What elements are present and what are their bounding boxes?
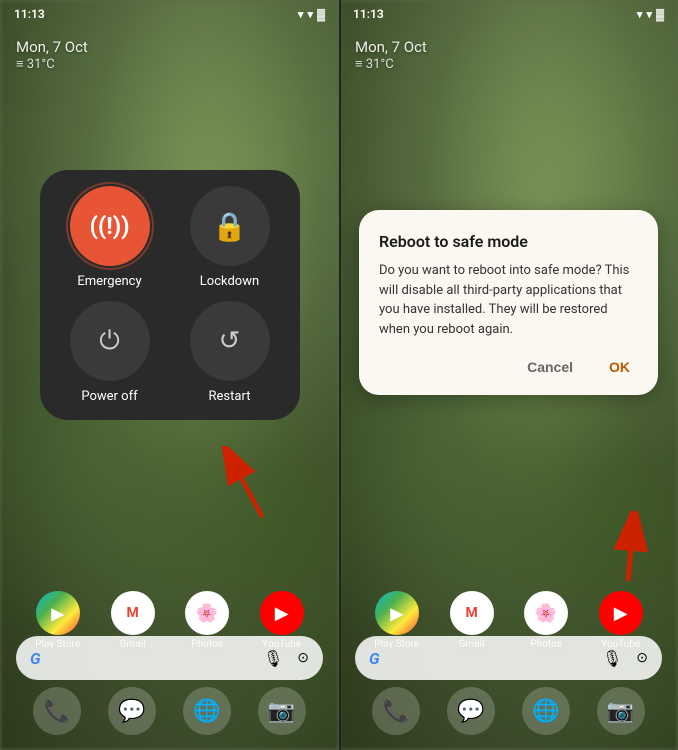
dialog-buttons: Cancel OK: [379, 355, 638, 379]
gmail-icon-right[interactable]: M: [450, 591, 494, 635]
temp-text-left: ≡ 31°C: [16, 56, 88, 72]
battery-icon: ▓: [317, 8, 325, 21]
emergency-label: Emergency: [77, 274, 141, 289]
messages-icon-left[interactable]: 💬: [108, 687, 156, 735]
dialog-body: Do you want to reboot into safe mode? Th…: [379, 261, 638, 339]
ok-button[interactable]: OK: [601, 355, 638, 379]
mic-icon-left[interactable]: 🎙: [263, 649, 283, 668]
camera-icon-left[interactable]: 📷: [258, 687, 306, 735]
bottom-dock-left: 📞 💬 🌐 📷: [0, 687, 339, 735]
status-icons-right: ▾ ▾ ▓: [637, 8, 664, 21]
phone-icon-right[interactable]: 📞: [372, 687, 420, 735]
lens-icon-left[interactable]: ⊙: [297, 650, 309, 666]
mic-icon-right[interactable]: 🎙: [602, 649, 622, 668]
signal-icon-right: ▾: [637, 8, 643, 21]
photos-icon-right[interactable]: 🌸: [524, 591, 568, 635]
lens-icon-right[interactable]: ⊙: [636, 650, 648, 666]
lockdown-button[interactable]: 🔒 Lockdown: [176, 186, 284, 289]
restart-icon: ↺: [219, 326, 241, 356]
time-right: 11:13: [353, 7, 384, 21]
right-phone-screen: 11:13 ▾ ▾ ▓ Mon, 7 Oct ≡ 31°C Reboot to …: [339, 0, 678, 750]
temp-text-right: ≡ 31°C: [355, 56, 427, 72]
bottom-dock-right: 📞 💬 🌐 📷: [339, 687, 678, 735]
emergency-circle[interactable]: ((!)): [70, 186, 150, 266]
gmail-icon[interactable]: M: [111, 591, 155, 635]
poweroff-icon: ⏻: [99, 326, 120, 357]
safe-mode-dialog: Reboot to safe mode Do you want to reboo…: [359, 210, 658, 395]
wifi-icon-right: ▾: [646, 8, 652, 21]
photos-icon[interactable]: 🌸: [185, 591, 229, 635]
google-g-icon-right: G: [369, 649, 380, 668]
poweroff-label: Power off: [81, 389, 137, 404]
screen-divider: [339, 0, 341, 750]
messages-icon-right[interactable]: 💬: [447, 687, 495, 735]
lock-icon: 🔒: [212, 210, 247, 243]
date-text-left: Mon, 7 Oct: [16, 38, 88, 56]
lockdown-circle[interactable]: 🔒: [190, 186, 270, 266]
battery-icon-right: ▓: [656, 8, 664, 21]
ok-arrow-svg: [588, 511, 648, 591]
date-widget-left: Mon, 7 Oct ≡ 31°C: [16, 38, 88, 72]
signal-icon: ▾: [298, 8, 304, 21]
dialog-title: Reboot to safe mode: [379, 232, 638, 251]
phone-icon-left[interactable]: 📞: [33, 687, 81, 735]
cancel-button[interactable]: Cancel: [519, 355, 581, 379]
search-bar-right[interactable]: G 🎙 ⊙: [355, 636, 662, 680]
date-widget-right: Mon, 7 Oct ≡ 31°C: [355, 38, 427, 72]
wifi-icon: ▾: [307, 8, 313, 21]
google-g-icon-left: G: [30, 649, 41, 668]
arrow-ok: [588, 511, 648, 595]
poweroff-button[interactable]: ⏻ Power off: [56, 301, 164, 404]
lockdown-label: Lockdown: [200, 274, 259, 289]
youtube-icon[interactable]: ▶: [260, 591, 304, 635]
chrome-icon-left[interactable]: 🌐: [183, 687, 231, 735]
power-menu: ((!)) Emergency 🔒 Lockdown ⏻ Power off ↺…: [40, 170, 300, 420]
chrome-icon-right[interactable]: 🌐: [522, 687, 570, 735]
status-icons-left: ▾ ▾ ▓: [298, 8, 325, 21]
camera-icon-right[interactable]: 📷: [597, 687, 645, 735]
restart-circle[interactable]: ↺: [190, 301, 270, 381]
date-text-right: Mon, 7 Oct: [355, 38, 427, 56]
search-bar-left[interactable]: G 🎙 ⊙: [16, 636, 323, 680]
play-store-icon-right[interactable]: ▶: [375, 591, 419, 635]
left-phone-screen: 11:13 ▾ ▾ ▓ Mon, 7 Oct ≡ 31°C ((!)) Emer…: [0, 0, 339, 750]
youtube-icon-right[interactable]: ▶: [599, 591, 643, 635]
restart-button[interactable]: ↺ Restart: [176, 301, 284, 404]
status-bar-left: 11:13 ▾ ▾ ▓: [0, 0, 339, 28]
play-store-icon[interactable]: ▶: [36, 591, 80, 635]
emergency-button[interactable]: ((!)) Emergency: [56, 186, 164, 289]
restart-label: Restart: [209, 389, 251, 404]
poweroff-circle[interactable]: ⏻: [70, 301, 150, 381]
status-bar-right: 11:13 ▾ ▾ ▓: [339, 0, 678, 28]
emergency-icon: ((!)): [89, 212, 129, 240]
time-left: 11:13: [14, 7, 45, 21]
